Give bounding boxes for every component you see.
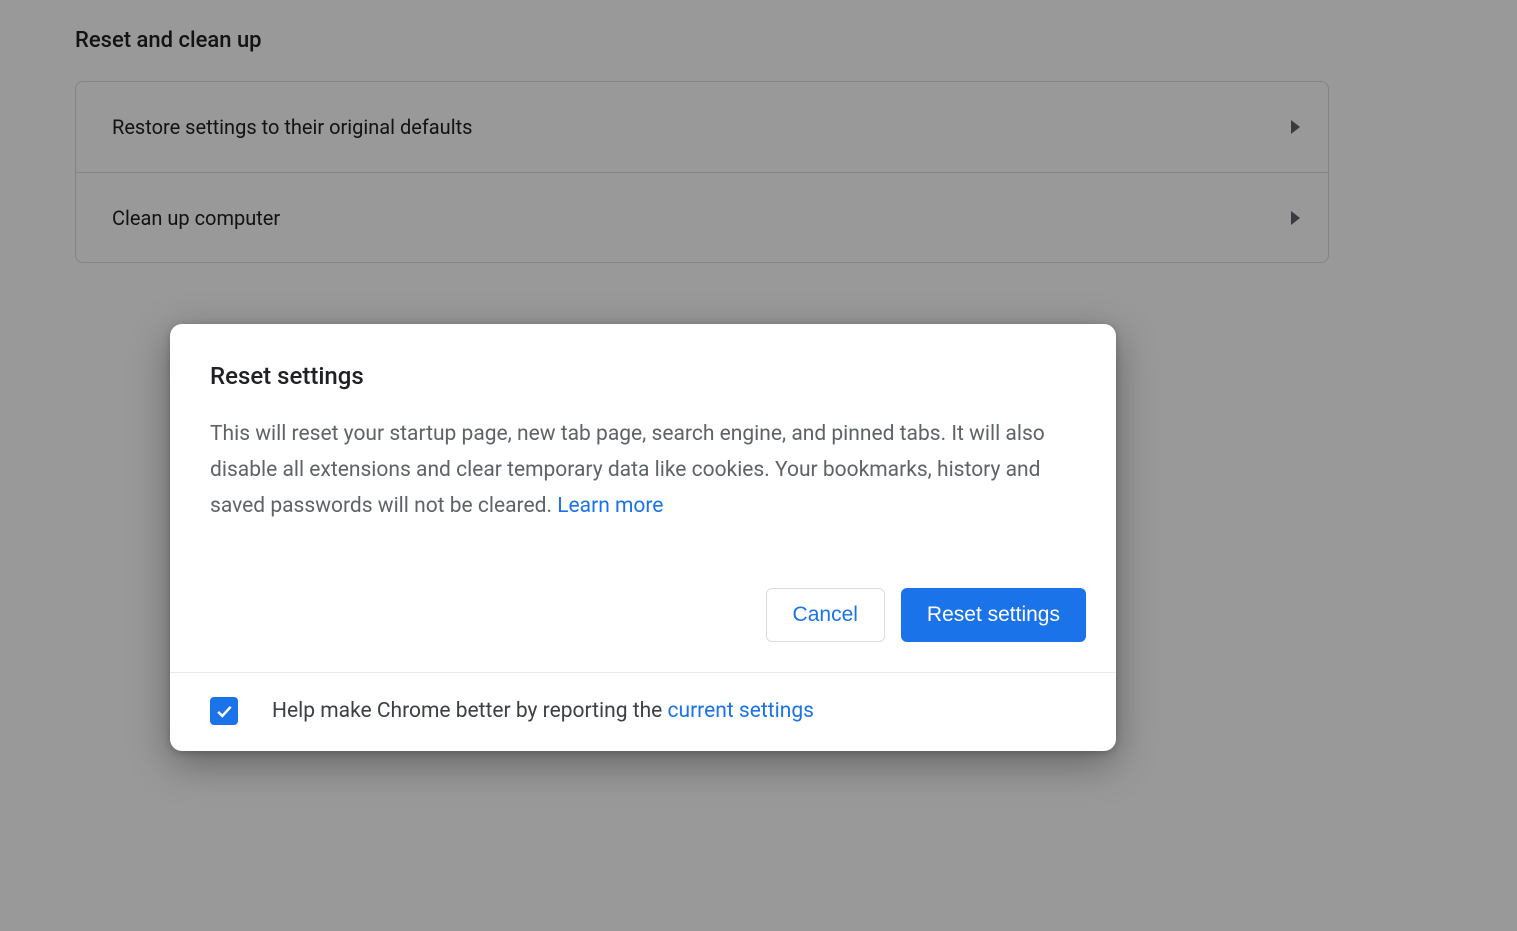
reset-settings-button[interactable]: Reset settings (901, 588, 1086, 642)
check-icon (214, 701, 234, 721)
dialog-actions: Cancel Reset settings (170, 554, 1116, 672)
learn-more-link[interactable]: Learn more (557, 494, 663, 518)
current-settings-link[interactable]: current settings (668, 699, 814, 723)
footer-text: Help make Chrome better by reporting the… (272, 699, 814, 723)
cancel-button[interactable]: Cancel (766, 588, 885, 642)
report-settings-checkbox[interactable] (210, 697, 238, 725)
dialog-body: Reset settings This will reset your star… (170, 324, 1116, 554)
reset-settings-dialog: Reset settings This will reset your star… (170, 324, 1116, 751)
footer-text-prefix: Help make Chrome better by reporting the (272, 699, 668, 723)
dialog-footer: Help make Chrome better by reporting the… (170, 673, 1116, 751)
dialog-title: Reset settings (210, 362, 1076, 390)
dialog-description: This will reset your startup page, new t… (210, 416, 1076, 524)
